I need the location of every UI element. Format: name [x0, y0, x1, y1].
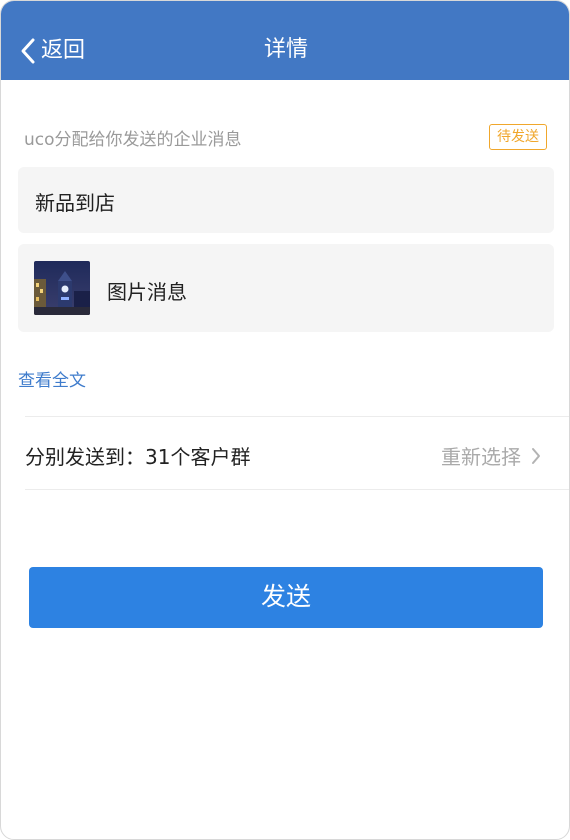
chevron-right-icon — [532, 447, 540, 464]
app-frame: 返回 详情 uco分配给你发送的企业消息 待发送 新品到店 图片消息 查看全文 … — [0, 0, 570, 840]
view-full-text-link[interactable]: 查看全文 — [18, 366, 86, 391]
message-title: 新品到店 — [35, 191, 115, 215]
reselect-label: 重新选择 — [441, 445, 521, 469]
image-thumbnail[interactable] — [34, 261, 90, 315]
status-badge: 待发送 — [489, 124, 547, 150]
reselect-button[interactable]: 重新选择 — [441, 441, 541, 470]
navbar: 返回 详情 — [1, 1, 569, 80]
message-title-card: 新品到店 — [18, 167, 554, 233]
image-message-card[interactable]: 图片消息 — [18, 244, 554, 332]
divider — [25, 489, 569, 490]
divider — [25, 416, 569, 417]
sender-line: uco分配给你发送的企业消息 — [24, 130, 242, 150]
page-title: 详情 — [263, 37, 308, 62]
send-button[interactable]: 发送 — [29, 567, 543, 628]
recipients-label: 分别发送到：31个客户群 — [25, 445, 251, 469]
image-message-label: 图片消息 — [107, 280, 187, 304]
